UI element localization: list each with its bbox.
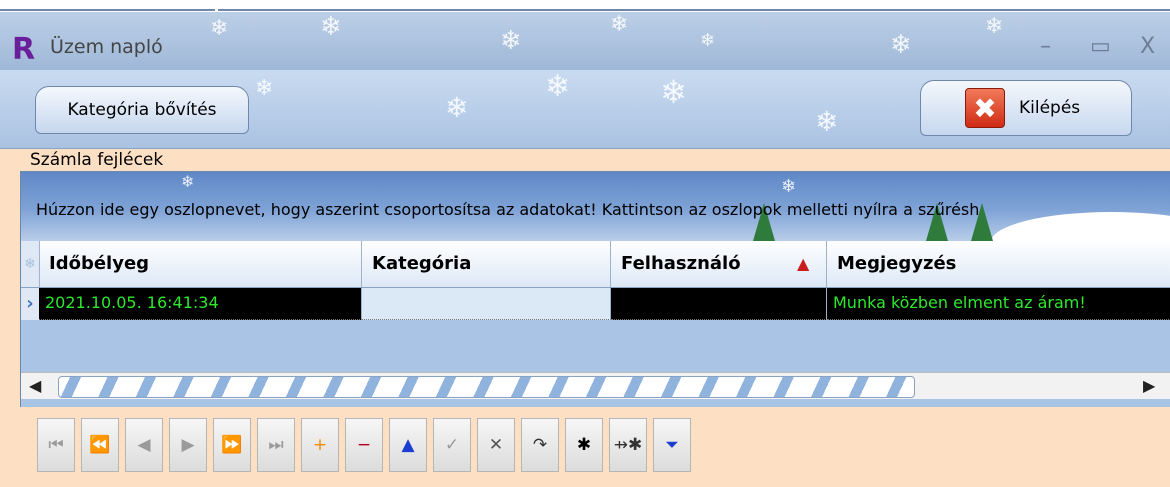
nav-goto-bookmark-button[interactable]: ⇸✱ xyxy=(609,418,647,472)
toolbar: ❄ ❄ ❄ ❄ ❄ Kategória bővítés ✖ Kilépés xyxy=(0,70,1170,149)
top-edge-segment xyxy=(218,0,1170,11)
kategoria-bovites-button[interactable]: Kategória bővítés xyxy=(35,86,249,134)
nav-cancel-button[interactable]: ✕ xyxy=(477,418,515,472)
kilepes-label: Kilépés xyxy=(1019,98,1081,118)
nav-first-button[interactable]: ⏮ xyxy=(37,418,75,472)
snowflake-decoration: ❄ xyxy=(890,30,912,60)
table-row[interactable]: › 2021.10.05. 16:41:34 Munka közben elme… xyxy=(21,288,1170,320)
nav-filter-icon: ⏷ xyxy=(665,435,679,455)
cell-idobelyeg[interactable]: 2021.10.05. 16:41:34 xyxy=(39,288,362,320)
snowflake-decoration: ❄ xyxy=(985,14,1004,39)
scroll-left-arrow-icon[interactable]: ◀ xyxy=(29,376,41,395)
snowflake-decoration: ❄ xyxy=(500,26,522,56)
snowflake-decoration: ❄ xyxy=(445,91,469,124)
nav-insert-icon: + xyxy=(312,435,328,455)
column-header-felhasznalo-label: Felhasználó xyxy=(621,253,741,274)
snowflake-decoration: ❄ xyxy=(815,105,839,138)
nav-next-icon: ▶ xyxy=(181,435,195,455)
nav-delete-button[interactable]: − xyxy=(345,418,383,472)
close-button[interactable]: X xyxy=(1140,34,1155,59)
nav-post-icon: ✓ xyxy=(444,435,460,455)
nav-first-icon: ⏮ xyxy=(48,435,64,455)
nav-bookmark-icon: ✱ xyxy=(576,435,592,455)
column-header-felhasznalo[interactable]: Felhasználó ▲ xyxy=(611,241,827,287)
nav-prev-button[interactable]: ◀ xyxy=(125,418,163,472)
column-header-megjegyzes[interactable]: Megjegyzés xyxy=(827,241,1170,287)
snowflake-decoration: ❄ xyxy=(660,73,687,111)
nav-last-button[interactable]: ⏭ xyxy=(257,418,295,472)
snowflake-decoration: ❄ xyxy=(181,172,195,191)
column-header-idobelyeg[interactable]: Időbélyeg xyxy=(39,241,362,287)
kilepes-button[interactable]: ✖ Kilépés xyxy=(920,80,1132,136)
top-edge-segment xyxy=(0,0,215,11)
nav-goto-bookmark-icon: ⇸✱ xyxy=(613,435,643,455)
nav-next-button[interactable]: ▶ xyxy=(169,418,207,472)
snowflake-decoration: ❄ xyxy=(255,76,274,101)
nav-refresh-icon: ↷ xyxy=(532,435,548,455)
nav-post-button[interactable]: ✓ xyxy=(433,418,471,472)
close-icon: ✖ xyxy=(965,88,1005,128)
nav-delete-icon: − xyxy=(356,435,372,455)
horizontal-scrollbar[interactable]: ◀ ▶ xyxy=(21,372,1170,399)
record-navigator: ⏮ ⏪ ◀ ▶ ⏩ ⏭ + − ▲ ✓ ✕ ↷ ✱ ⇸✱ ⏷ xyxy=(37,418,717,480)
snowflake-decoration: ❄ xyxy=(545,69,571,104)
nav-refresh-button[interactable]: ↷ xyxy=(521,418,559,472)
kategoria-bovites-label: Kategória bővítés xyxy=(67,100,217,120)
snowflake-decoration: ❄ xyxy=(210,16,229,41)
nav-bookmark-button[interactable]: ✱ xyxy=(565,418,603,472)
row-indicator-header: ❄ xyxy=(21,241,40,287)
group-label: Számla fejlécek xyxy=(30,150,164,170)
window-title: Üzem napló xyxy=(50,36,163,58)
nav-last-icon: ⏭ xyxy=(268,435,284,455)
app-logo: R xyxy=(12,32,36,67)
nav-filter-button[interactable]: ⏷ xyxy=(653,418,691,472)
grouping-hint: Húzzon ide egy oszlopnevet, hogy aszerin… xyxy=(36,200,980,219)
top-edge xyxy=(0,0,1170,12)
cell-kategoria[interactable] xyxy=(362,288,611,320)
grid-header: ❄ Időbélyeg Kategória Felhasználó ▲ Megj… xyxy=(21,241,1170,288)
data-grid: ❄ ❄ Húzzon ide egy oszlopnevet, hogy asz… xyxy=(20,171,1170,407)
snowflake-decoration: ❄ xyxy=(781,176,797,197)
cell-felhasznalo[interactable] xyxy=(611,288,827,320)
snowflake-decoration: ❄ xyxy=(320,12,342,42)
scroll-right-arrow-icon[interactable]: ▶ xyxy=(1143,376,1155,395)
nav-prev-icon: ◀ xyxy=(137,435,151,455)
maximize-button[interactable]: ▭ xyxy=(1090,34,1111,59)
nav-prev-page-icon: ⏪ xyxy=(89,435,111,455)
minimize-button[interactable]: – xyxy=(1040,34,1051,59)
nav-prev-page-button[interactable]: ⏪ xyxy=(81,418,119,472)
snowflake-decoration: ❄ xyxy=(610,12,629,37)
scrollbar-thumb[interactable] xyxy=(58,376,915,398)
nav-next-page-button[interactable]: ⏩ xyxy=(213,418,251,472)
current-row-indicator: › xyxy=(21,288,40,320)
grouping-panel[interactable]: ❄ ❄ Húzzon ide egy oszlopnevet, hogy asz… xyxy=(21,172,1170,272)
nav-edit-button[interactable]: ▲ xyxy=(389,418,427,472)
nav-edit-icon: ▲ xyxy=(401,435,415,455)
cell-megjegyzes[interactable]: Munka közben elment az áram! xyxy=(827,288,1170,320)
nav-insert-button[interactable]: + xyxy=(301,418,339,472)
filter-icon[interactable]: ▲ xyxy=(797,241,809,287)
column-header-kategoria[interactable]: Kategória xyxy=(362,241,611,287)
title-bar: ❄ ❄ ❄ ❄ ❄ ❄ ❄ R Üzem napló – ▭ X xyxy=(0,12,1170,70)
nav-cancel-icon: ✕ xyxy=(488,435,504,455)
snowflake-decoration: ❄ xyxy=(700,30,716,51)
nav-next-page-icon: ⏩ xyxy=(221,435,243,455)
